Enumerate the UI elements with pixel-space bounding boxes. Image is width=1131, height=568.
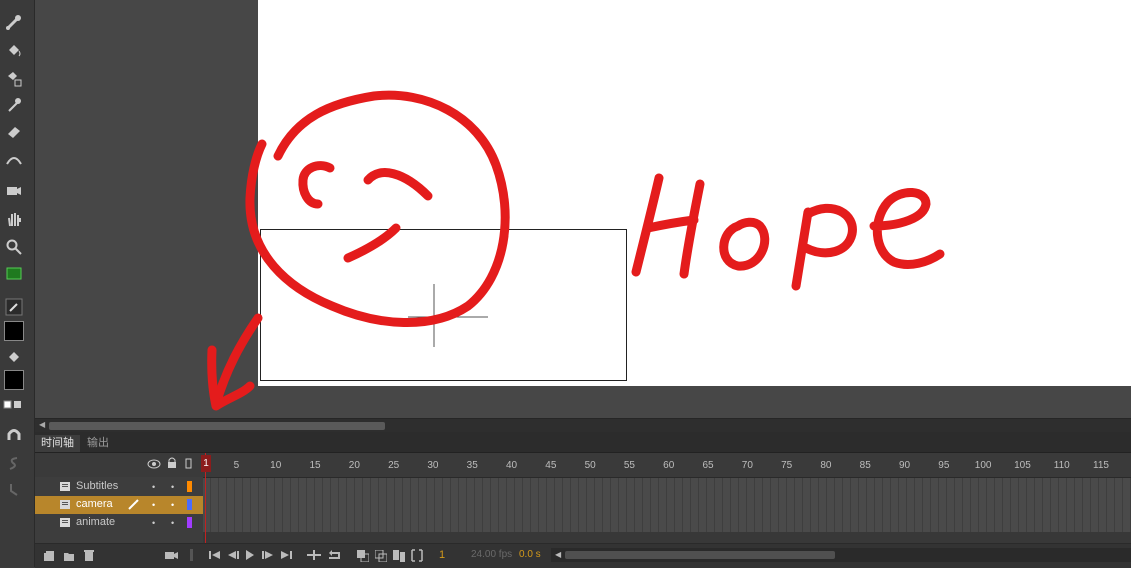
layer-header xyxy=(35,453,203,477)
ruler-tick-label: 115 xyxy=(1093,460,1110,471)
frames-row-animate[interactable] xyxy=(203,514,1131,532)
panel-tab-bar: 时间轴 输出 xyxy=(35,432,1131,453)
crosshair-icon xyxy=(408,284,488,347)
frames-row-camera[interactable] xyxy=(203,496,1131,514)
edit-multiple-frames-icon[interactable] xyxy=(393,550,405,562)
ruler-tick-label: 80 xyxy=(820,460,832,471)
layer-icon xyxy=(60,500,70,509)
straighten-icon[interactable] xyxy=(3,478,25,500)
ruler-tick-label: 45 xyxy=(545,460,557,471)
frames-empty-area xyxy=(203,532,1131,543)
layer-color-box[interactable] xyxy=(187,499,192,510)
timeline-horizontal-scrollbar[interactable]: ◀ xyxy=(551,548,1131,562)
layer-row-camera[interactable]: camera • • xyxy=(35,496,203,514)
lock-dot[interactable]: • xyxy=(171,500,174,510)
outline-icon[interactable] xyxy=(185,458,193,469)
ruler-tick-label: 15 xyxy=(309,460,321,471)
next-frame-icon[interactable] xyxy=(262,550,274,560)
onion-skin-outlines-icon[interactable] xyxy=(375,550,387,562)
edit-pencil-icon[interactable] xyxy=(128,499,139,510)
modify-onion-markers-icon[interactable] xyxy=(411,549,423,562)
smooth-icon[interactable] xyxy=(3,452,25,474)
layer-row-animate[interactable]: animate • • xyxy=(35,514,203,532)
ruler-tick-label: 30 xyxy=(427,460,439,471)
last-frame-icon[interactable] xyxy=(280,550,292,560)
ruler-tick-label: 50 xyxy=(584,460,596,471)
layer-color-box[interactable] xyxy=(187,481,192,492)
center-frame-icon[interactable] xyxy=(307,550,321,560)
lock-dot[interactable]: • xyxy=(171,482,174,492)
new-layer-icon[interactable] xyxy=(43,550,55,562)
timeline-bottom-bar: 1 24.00 fps 0.0 s ◀ xyxy=(35,543,1131,568)
previous-frame-icon[interactable] xyxy=(227,550,239,560)
ruler-tick-label: 85 xyxy=(859,460,871,471)
ruler-tick-label: 90 xyxy=(898,460,911,471)
snap-magnet-icon[interactable] xyxy=(3,424,25,446)
ruler-tick-label: 65 xyxy=(702,460,714,471)
stage-horizontal-scrollbar[interactable]: ◀ xyxy=(35,418,1131,433)
play-icon[interactable] xyxy=(245,550,255,560)
tab-timeline[interactable]: 时间轴 xyxy=(35,435,80,452)
scroll-thumb[interactable] xyxy=(49,422,385,430)
show-hide-eye-icon[interactable] xyxy=(147,459,161,469)
camera-frame-rect xyxy=(260,229,627,381)
ruler-tick-label: 35 xyxy=(466,460,478,471)
lock-icon[interactable] xyxy=(167,457,177,469)
ruler-tick-label: 75 xyxy=(781,460,793,471)
ruler-tick-label: 40 xyxy=(505,460,518,471)
layer-name: camera xyxy=(76,498,113,510)
ruler-tick-label: 70 xyxy=(741,460,753,471)
ruler-tick-label: 100 xyxy=(974,460,992,471)
visibility-dot[interactable]: • xyxy=(152,500,155,510)
ruler-tick-label: 95 xyxy=(938,460,950,471)
frame-ruler[interactable]: 5 10 15 20 25 30 35 40 45 50 55 60 65 70 75 80 85 90 95 100… xyxy=(203,453,1131,478)
layer-name: animate xyxy=(76,516,116,528)
ruler-tick-label: 10 xyxy=(270,460,282,471)
camera-toggle-icon[interactable] xyxy=(165,550,179,561)
layer-icon xyxy=(60,482,70,491)
playhead-frame-number[interactable]: 1 xyxy=(201,455,211,472)
ruler-tick-label: 5 xyxy=(233,460,240,471)
divider-bar-icon xyxy=(190,549,193,561)
layer-icon xyxy=(60,518,70,527)
visibility-dot[interactable]: • xyxy=(152,518,155,528)
ruler-tick-label: 25 xyxy=(388,460,400,471)
layer-color-box[interactable] xyxy=(187,517,192,528)
first-frame-icon[interactable] xyxy=(209,550,221,560)
scroll-left-arrow-icon[interactable]: ◀ xyxy=(39,420,45,429)
time-readout[interactable]: 0.0 s xyxy=(519,549,541,560)
layer-row-subtitles[interactable]: Subtitles • • xyxy=(35,478,203,496)
fps-readout[interactable]: 24.00 fps xyxy=(471,549,512,560)
layer-name: Subtitles xyxy=(76,480,119,492)
delete-trash-icon[interactable] xyxy=(83,549,95,562)
ruler-tick-label: 110 xyxy=(1053,460,1070,471)
ruler-tick-label: 105 xyxy=(1014,460,1031,471)
ruler-tick-label: 60 xyxy=(663,460,675,471)
loop-icon[interactable] xyxy=(327,550,341,560)
ruler-tick-label: 55 xyxy=(623,460,635,471)
frames-row-subtitles[interactable] xyxy=(203,478,1131,496)
stage-overlay xyxy=(260,229,627,381)
new-folder-icon[interactable] xyxy=(63,550,75,562)
timeline-panel: 时间轴 输出 5 10 15 20 25 30 35 40 45 50 55 60 65 70 75 80 85… xyxy=(35,432,1131,568)
lock-dot[interactable]: • xyxy=(171,518,174,528)
timeline-scroll-left-icon[interactable]: ◀ xyxy=(555,550,561,559)
current-frame-readout[interactable]: 1 xyxy=(439,549,445,561)
visibility-dot[interactable]: • xyxy=(152,482,155,492)
timeline-scroll-thumb[interactable] xyxy=(565,551,835,559)
tab-output[interactable]: 输出 xyxy=(81,435,115,452)
onion-skin-icon[interactable] xyxy=(357,550,369,562)
ruler-tick-label: 20 xyxy=(348,460,360,471)
